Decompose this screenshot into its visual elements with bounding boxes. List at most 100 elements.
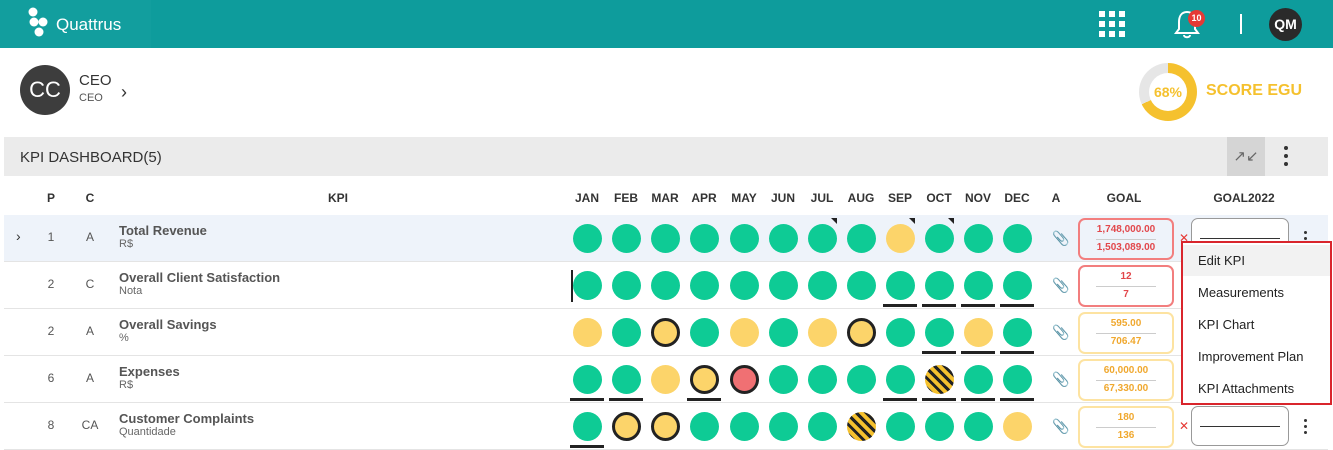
month-status-indicator[interactable] [846,271,876,300]
clear-icon[interactable]: ✕ [1179,419,1189,433]
paperclip-icon[interactable]: 📎 [1052,371,1069,388]
month-status-indicator[interactable] [768,224,798,253]
month-status-indicator[interactable] [650,224,680,253]
month-status-indicator[interactable] [885,271,915,300]
month-status-indicator[interactable] [846,318,876,347]
month-status-indicator[interactable] [572,365,602,394]
month-status-indicator[interactable] [963,365,993,394]
month-status-indicator[interactable] [807,271,837,300]
column-header-goal: GOAL [1106,191,1142,205]
month-status-indicator[interactable] [768,365,798,394]
month-status-indicator[interactable] [963,412,993,441]
month-status-indicator[interactable] [689,224,719,253]
month-underline [961,398,995,401]
kpi-name[interactable]: Expenses [119,364,180,379]
month-status-indicator[interactable] [807,412,837,441]
kpi-row[interactable]: 2 A Overall Savings% 📎 595.00 706.47 [4,309,1328,356]
month-status-indicator[interactable] [689,318,719,347]
month-status-indicator[interactable] [846,365,876,394]
more-vertical-icon[interactable] [1276,137,1296,176]
month-status-indicator[interactable] [924,365,954,394]
menu-item[interactable]: KPI Chart [1183,309,1330,340]
user-avatar[interactable]: QM [1269,8,1302,41]
chevron-right-icon[interactable]: › [121,82,127,103]
month-status-indicator[interactable] [611,224,641,253]
kpi-row[interactable]: 6 A Expenses R$ 📎 60,000.00 67,330.00 [4,356,1328,403]
month-underline [883,398,917,401]
month-status-indicator[interactable] [611,412,641,441]
month-status-indicator[interactable] [768,318,798,347]
menu-item[interactable]: Measurements [1183,277,1330,308]
menu-item[interactable]: Improvement Plan [1183,341,1330,372]
month-status-indicator[interactable] [611,271,641,300]
month-status-indicator[interactable] [611,365,641,394]
expand-row-icon[interactable]: › [16,228,21,244]
month-status-indicator[interactable] [1002,271,1032,300]
kpi-row[interactable]: 8 CA Customer Complaints Quantidade 📎 180 136 ✕ [4,403,1328,450]
month-status-indicator[interactable] [729,271,759,300]
month-status-indicator[interactable] [1002,318,1032,347]
month-status-indicator[interactable] [846,224,876,253]
comment-flag-icon [948,218,954,224]
kpi-name[interactable]: Overall Savings [119,317,217,332]
month-status-indicator[interactable] [689,412,719,441]
month-status-indicator[interactable] [1002,365,1032,394]
month-status-indicator[interactable] [807,318,837,347]
month-status-indicator[interactable] [963,318,993,347]
paperclip-icon[interactable]: 📎 [1052,277,1069,294]
month-status-indicator[interactable] [729,365,759,394]
month-status-indicator[interactable] [611,318,641,347]
profile-avatar[interactable]: CC [20,65,70,115]
month-status-indicator[interactable] [924,318,954,347]
month-status-indicator[interactable] [689,365,719,394]
kpi-name[interactable]: Total Revenue [119,223,207,238]
month-status-indicator[interactable] [729,224,759,253]
month-underline [922,398,956,401]
row-more-vertical-icon[interactable] [1303,417,1309,437]
paperclip-icon[interactable]: 📎 [1052,324,1069,341]
month-status-indicator[interactable] [689,271,719,300]
month-status-indicator[interactable] [885,318,915,347]
month-status-indicator[interactable] [846,412,876,441]
brand[interactable]: Quattrus [0,0,151,48]
month-status-indicator[interactable] [650,318,680,347]
goal-actual: 706.47 [1110,336,1142,347]
kpi-category: A [85,324,94,338]
month-status-indicator[interactable] [885,224,915,253]
month-status-indicator[interactable] [1002,224,1032,253]
month-status-indicator[interactable] [572,412,602,441]
month-status-indicator[interactable] [1002,412,1032,441]
month-status-indicator[interactable] [768,412,798,441]
collapse-icon[interactable]: ↗↙ [1227,137,1265,176]
month-status-indicator[interactable] [924,271,954,300]
paperclip-icon[interactable]: 📎 [1052,230,1069,247]
month-status-indicator[interactable] [807,224,837,253]
menu-item[interactable]: Edit KPI [1183,245,1330,276]
kpi-row[interactable]: › 1 A Total Revenue R$ 📎 1,748,000.00 1,503,089… [4,215,1328,262]
kpi-row[interactable]: 2 C Overall Client Satisfaction Nota 📎 12 7 [4,262,1328,309]
paperclip-icon[interactable]: 📎 [1052,418,1069,435]
month-status-indicator[interactable] [768,271,798,300]
month-status-indicator[interactable] [807,365,837,394]
month-status-indicator[interactable] [963,271,993,300]
goal2022-input[interactable] [1191,406,1289,446]
month-status-indicator[interactable] [729,412,759,441]
kpi-name[interactable]: Overall Client Satisfaction [119,270,280,285]
month-underline [922,351,956,354]
month-status-indicator[interactable] [885,412,915,441]
month-status-indicator[interactable] [650,365,680,394]
month-status-indicator[interactable] [572,318,602,347]
comment-flag-icon [831,218,837,224]
month-status-indicator[interactable] [572,271,602,300]
kpi-name[interactable]: Customer Complaints [119,411,254,426]
month-status-indicator[interactable] [650,412,680,441]
month-status-indicator[interactable] [885,365,915,394]
month-status-indicator[interactable] [650,271,680,300]
apps-grid-icon[interactable] [1099,11,1125,37]
month-status-indicator[interactable] [924,224,954,253]
month-status-indicator[interactable] [572,224,602,253]
month-status-indicator[interactable] [729,318,759,347]
menu-item[interactable]: KPI Attachments [1183,373,1330,404]
month-status-indicator[interactable] [924,412,954,441]
month-status-indicator[interactable] [963,224,993,253]
